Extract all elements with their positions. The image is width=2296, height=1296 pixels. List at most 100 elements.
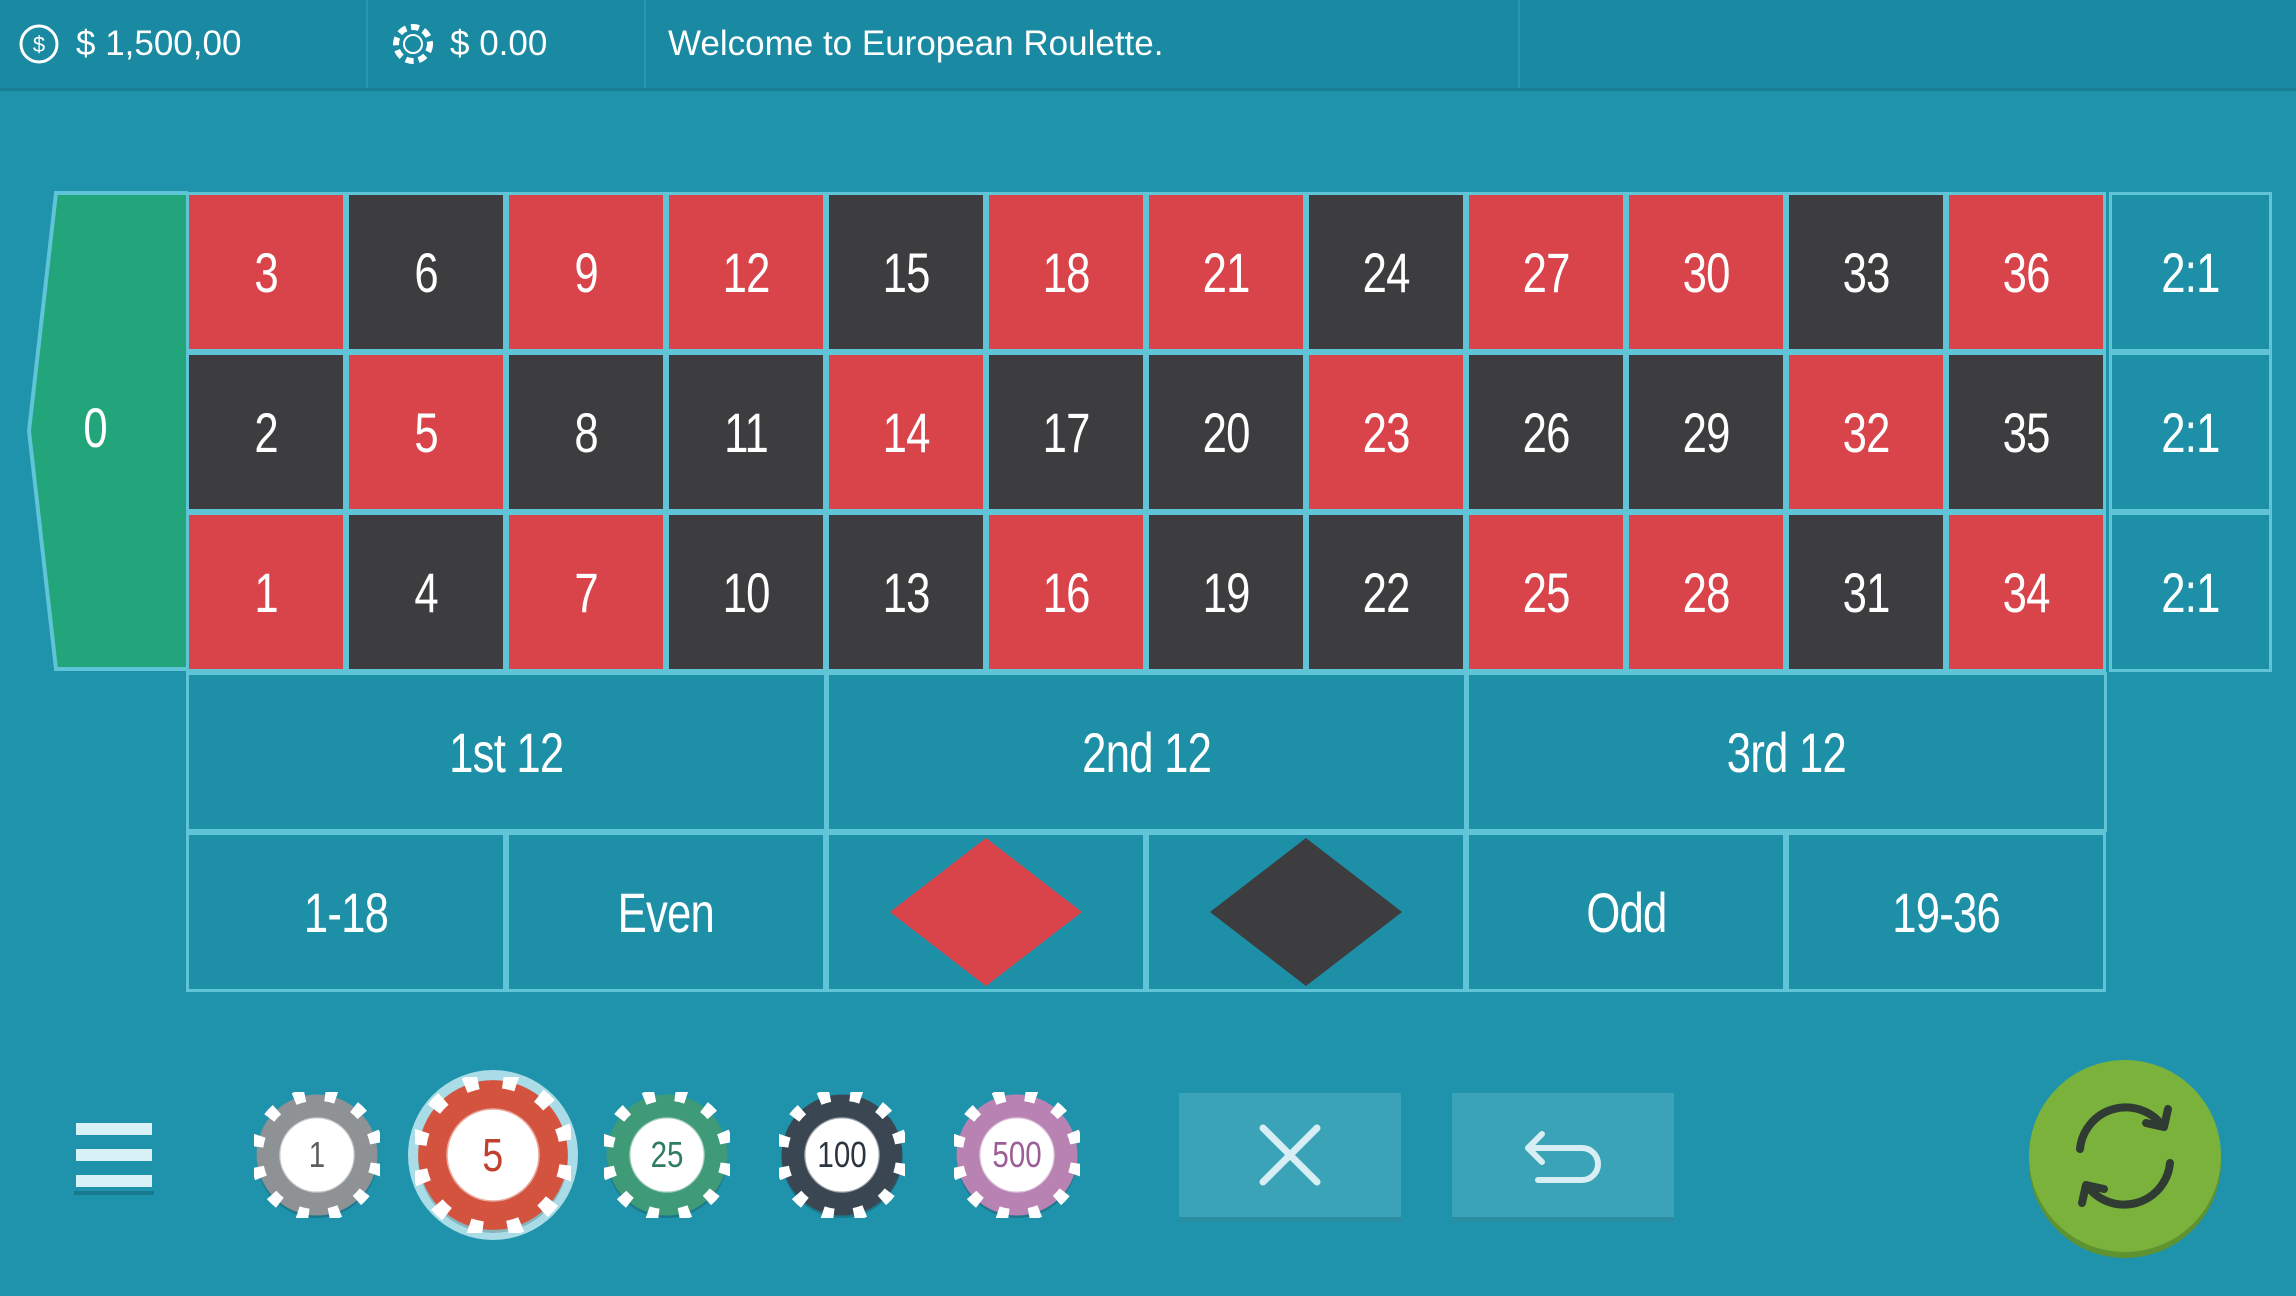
bet-number-19[interactable]: 19 xyxy=(1146,512,1306,672)
bet-number-25[interactable]: 25 xyxy=(1466,512,1626,672)
bet-value: $ 0.00 xyxy=(450,24,548,63)
bet-number-11[interactable]: 11 xyxy=(666,352,826,512)
chip-value-label: 5 xyxy=(482,1129,504,1181)
number-label: 16 xyxy=(1042,560,1090,624)
bet-number-35[interactable]: 35 xyxy=(1946,352,2106,512)
number-label: 25 xyxy=(1522,560,1570,624)
number-label: 5 xyxy=(414,400,438,464)
bet-column-middle[interactable]: 2:1 xyxy=(2109,352,2272,512)
bet-number-21[interactable]: 21 xyxy=(1146,192,1306,352)
number-label: 30 xyxy=(1682,240,1730,304)
undo-button[interactable] xyxy=(1452,1093,1674,1217)
number-label: 17 xyxy=(1042,400,1090,464)
bet-number-8[interactable]: 8 xyxy=(506,352,666,512)
number-label: 18 xyxy=(1042,240,1090,304)
bet-number-4[interactable]: 4 xyxy=(346,512,506,672)
number-label: 35 xyxy=(2002,400,2050,464)
top-bar-spacer xyxy=(1520,0,2296,88)
bet-number-6[interactable]: 6 xyxy=(346,192,506,352)
bet-red[interactable] xyxy=(826,832,1146,992)
bet-dozen-1[interactable]: 1st 12 xyxy=(186,672,827,832)
bet-high-19-36[interactable]: 19-36 xyxy=(1786,832,2106,992)
bet-low-1-18[interactable]: 1-18 xyxy=(186,832,506,992)
bet-column-bottom[interactable]: 2:1 xyxy=(2109,512,2272,672)
bet-number-10[interactable]: 10 xyxy=(666,512,826,672)
bet-display: $ 0.00 xyxy=(368,0,646,88)
bet-number-18[interactable]: 18 xyxy=(986,192,1146,352)
number-label: 32 xyxy=(1842,400,1890,464)
bet-number-23[interactable]: 23 xyxy=(1306,352,1466,512)
bet-number-15[interactable]: 15 xyxy=(826,192,986,352)
bet-number-20[interactable]: 20 xyxy=(1146,352,1306,512)
number-label: 36 xyxy=(2002,240,2050,304)
number-label: 23 xyxy=(1362,400,1410,464)
bet-number-31[interactable]: 31 xyxy=(1786,512,1946,672)
bet-number-2[interactable]: 2 xyxy=(186,352,346,512)
bet-number-12[interactable]: 12 xyxy=(666,192,826,352)
number-label: 21 xyxy=(1202,240,1250,304)
bet-number-5[interactable]: 5 xyxy=(346,352,506,512)
chip-1[interactable]: 1 xyxy=(254,1092,380,1218)
bet-number-36[interactable]: 36 xyxy=(1946,192,2106,352)
number-label: 24 xyxy=(1362,240,1410,304)
bet-dozen-3[interactable]: 3rd 12 xyxy=(1466,672,2107,832)
spin-button[interactable] xyxy=(2029,1060,2221,1252)
number-label: 14 xyxy=(882,400,930,464)
bet-number-30[interactable]: 30 xyxy=(1626,192,1786,352)
svg-text:$: $ xyxy=(33,32,45,57)
bet-number-26[interactable]: 26 xyxy=(1466,352,1626,512)
number-label: 10 xyxy=(722,560,770,624)
bet-column-top[interactable]: 2:1 xyxy=(2109,192,2272,352)
bet-number-16[interactable]: 16 xyxy=(986,512,1146,672)
chip-value-label: 25 xyxy=(650,1134,684,1175)
chip-value-label: 100 xyxy=(817,1134,867,1175)
number-label: 29 xyxy=(1682,400,1730,464)
hamburger-icon[interactable] xyxy=(74,1115,154,1195)
black-diamond-icon xyxy=(1210,838,1402,986)
bet-number-9[interactable]: 9 xyxy=(506,192,666,352)
status-message: Welcome to European Roulette. xyxy=(646,0,1520,88)
number-label: 12 xyxy=(722,240,770,304)
bet-number-33[interactable]: 33 xyxy=(1786,192,1946,352)
bet-dozen-2[interactable]: 2nd 12 xyxy=(826,672,1467,832)
bet-number-27[interactable]: 27 xyxy=(1466,192,1626,352)
bet-number-3[interactable]: 3 xyxy=(186,192,346,352)
chip-value-label: 500 xyxy=(992,1134,1042,1175)
number-label: 2 xyxy=(254,400,278,464)
chip-5[interactable]: 5 xyxy=(408,1070,578,1240)
chip-100[interactable]: 100 xyxy=(779,1092,905,1218)
bet-number-13[interactable]: 13 xyxy=(826,512,986,672)
balance-display: $ $ 1,500,00 xyxy=(0,0,368,88)
number-label: 33 xyxy=(1842,240,1890,304)
chip-500[interactable]: 500 xyxy=(954,1092,1080,1218)
number-label: 19 xyxy=(1202,560,1250,624)
bet-number-7[interactable]: 7 xyxy=(506,512,666,672)
chip-25[interactable]: 25 xyxy=(604,1092,730,1218)
chip-icon xyxy=(393,24,433,64)
number-label: 7 xyxy=(574,560,598,624)
number-label: 1 xyxy=(254,560,278,624)
number-label: 28 xyxy=(1682,560,1730,624)
undo-icon xyxy=(1525,1131,1601,1183)
number-label: 13 xyxy=(882,560,930,624)
number-label: 34 xyxy=(2002,560,2050,624)
number-label: 20 xyxy=(1202,400,1250,464)
balance-value: $ 1,500,00 xyxy=(76,24,242,63)
bet-zero-label: 0 xyxy=(83,396,108,459)
close-icon xyxy=(1259,1124,1321,1186)
bet-number-24[interactable]: 24 xyxy=(1306,192,1466,352)
clear-bets-button[interactable] xyxy=(1179,1093,1401,1217)
bet-even[interactable]: Even xyxy=(506,832,826,992)
refresh-icon xyxy=(2076,1103,2174,1209)
bet-number-17[interactable]: 17 xyxy=(986,352,1146,512)
bet-number-28[interactable]: 28 xyxy=(1626,512,1786,672)
bet-black[interactable] xyxy=(1146,832,1466,992)
bet-odd[interactable]: Odd xyxy=(1466,832,1786,992)
bet-number-34[interactable]: 34 xyxy=(1946,512,2106,672)
bet-number-29[interactable]: 29 xyxy=(1626,352,1786,512)
bet-number-32[interactable]: 32 xyxy=(1786,352,1946,512)
bet-number-14[interactable]: 14 xyxy=(826,352,986,512)
bet-number-22[interactable]: 22 xyxy=(1306,512,1466,672)
bet-number-1[interactable]: 1 xyxy=(186,512,346,672)
number-label: 26 xyxy=(1522,400,1570,464)
